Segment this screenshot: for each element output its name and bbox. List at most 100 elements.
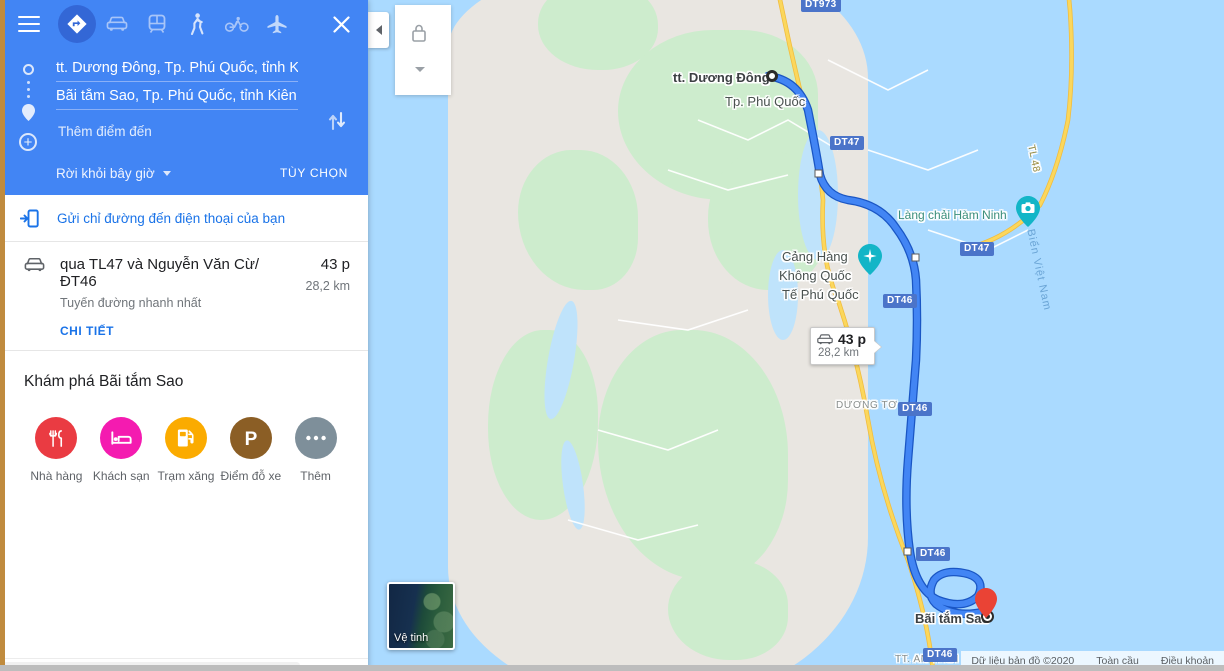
- bike-icon: [225, 16, 249, 32]
- route-title: qua TL47 và Nguyễn Văn Cừ/ĐT46: [60, 256, 260, 290]
- destination-stop-icon: [21, 104, 35, 121]
- callout-tail: [874, 341, 882, 353]
- swap-waypoints-button[interactable]: [324, 108, 350, 134]
- mode-walking[interactable]: [178, 5, 216, 43]
- close-directions-button[interactable]: [326, 9, 356, 39]
- satellite-layer-toggle[interactable]: Vệ tinh: [387, 582, 455, 650]
- waypoint-fields: + Thêm điểm đến: [0, 48, 368, 151]
- satellite-label: Vệ tinh: [394, 632, 429, 644]
- collapse-sidebar-button[interactable]: [368, 12, 389, 48]
- map-canvas[interactable]: tt. Dương Đông Tp. Phú Quốc Làng chải Hà…: [368, 0, 1224, 671]
- restaurant-icon: [48, 429, 62, 447]
- category-label: Trạm xăng: [157, 469, 215, 483]
- close-icon: [332, 15, 350, 33]
- road-shield-dt47-b: DT47: [960, 242, 994, 256]
- beach-poi-pin[interactable]: [1016, 196, 1040, 227]
- road-shield-dt46-a: DT46: [883, 294, 917, 308]
- add-destination-icon[interactable]: +: [19, 133, 37, 151]
- category-label: Điểm đỗ xe: [220, 469, 282, 483]
- gas-station-icon: [178, 429, 195, 447]
- window-left-edge: [0, 0, 5, 671]
- road-shield-dt46-c: DT46: [916, 547, 950, 561]
- category-hotels[interactable]: Khách sạn: [89, 417, 154, 483]
- route-mode-icon-wrap: [24, 256, 60, 277]
- map-label-duong-to: DƯƠNG TƠ: [836, 400, 898, 411]
- plane-icon: [267, 15, 287, 34]
- more-dots-icon: [305, 435, 326, 441]
- road-shield-tl48: TL 48: [1025, 144, 1042, 174]
- directions-sidebar: + Thêm điểm đến Rời khỏi bây giờ: [0, 0, 368, 671]
- chevron-down-icon[interactable]: [415, 67, 425, 72]
- transit-icon: [148, 14, 166, 33]
- mode-best-route[interactable]: [58, 5, 96, 43]
- category-gas-stations[interactable]: Trạm xăng: [154, 417, 219, 483]
- category-more[interactable]: Thêm: [283, 417, 348, 483]
- explore-section: Khám phá Bãi tắm Sao Nhà hàng Khách sạn …: [0, 351, 368, 483]
- directions-diamond-icon: [67, 14, 87, 34]
- destination-pin[interactable]: [975, 588, 997, 618]
- lock-icon: [412, 24, 426, 42]
- route-subtitle: Tuyến đường nhanh nhất: [60, 296, 202, 310]
- hotel-icon: [111, 431, 132, 445]
- car-icon: [24, 257, 45, 272]
- depart-time-label[interactable]: Rời khỏi bây giờ: [56, 166, 155, 181]
- car-icon: [106, 16, 128, 31]
- walk-icon: [190, 13, 204, 35]
- map-label-fishing-village[interactable]: Làng chải Hàm Ninh: [898, 208, 1007, 222]
- map-label-sea: Biển Việt Nam: [1024, 228, 1054, 312]
- route-details-button[interactable]: CHI TIẾT: [60, 324, 350, 338]
- origin-marker[interactable]: [766, 70, 778, 82]
- send-to-phone-icon: [20, 209, 39, 227]
- road-shield-dt46-d: DT46: [923, 648, 957, 662]
- travel-mode-row: [0, 0, 368, 48]
- mode-transit[interactable]: [138, 5, 176, 43]
- origin-stop-icon: [22, 64, 34, 75]
- departure-options-row: Rời khỏi bây giờ TÙY CHỌN: [0, 151, 368, 195]
- forest-area: [668, 560, 788, 660]
- send-to-phone-row[interactable]: Gửi chỉ đường đến điện thoại của bạn: [0, 195, 368, 242]
- route-callout[interactable]: 43 p 28,2 km: [810, 327, 882, 366]
- parking-icon-bubble: P: [229, 417, 272, 459]
- restaurant-icon-bubble: [35, 417, 78, 459]
- svg-text:P: P: [244, 429, 257, 449]
- map-floating-panel[interactable]: [395, 5, 451, 95]
- car-icon: [817, 333, 833, 344]
- chevron-down-icon[interactable]: [162, 170, 171, 176]
- destination-input[interactable]: [56, 82, 298, 110]
- map-label-airport-2: Không Quốc: [779, 268, 852, 283]
- explore-title: Khám phá Bãi tắm Sao: [24, 373, 184, 390]
- map-label-airport-1: Cảng Hàng: [782, 249, 848, 264]
- category-label: Thêm: [300, 469, 331, 483]
- mode-cycling[interactable]: [218, 5, 256, 43]
- airport-poi-pin[interactable]: [858, 244, 882, 275]
- directions-header: + Thêm điểm đến Rời khỏi bây giờ: [0, 0, 368, 195]
- hamburger-icon[interactable]: [18, 16, 40, 32]
- map-label-origin: tt. Dương Đông: [673, 70, 770, 85]
- send-to-phone-label: Gửi chỉ đường đến điện thoại của bạn: [57, 210, 286, 226]
- mode-driving[interactable]: [98, 5, 136, 43]
- hotel-icon-bubble: [100, 417, 143, 459]
- road-shield-dt47-a: DT47: [830, 136, 864, 150]
- parking-icon: P: [244, 429, 257, 449]
- route-distance: 28,2 km: [305, 279, 350, 293]
- callout-distance: 28,2 km: [818, 347, 859, 360]
- collapse-left-icon: [375, 25, 382, 35]
- gas-station-icon-bubble: [164, 417, 207, 459]
- road-shield-dt973: DT973: [801, 0, 841, 12]
- swap-arrows-icon: [328, 111, 346, 131]
- origin-input[interactable]: [56, 54, 298, 82]
- waypoint-inputs-column: Thêm điểm đến: [56, 48, 356, 151]
- more-dots-icon-bubble: [294, 417, 337, 459]
- category-label: Nhà hàng: [30, 469, 83, 483]
- add-destination-button[interactable]: Thêm điểm đến: [56, 110, 356, 139]
- mode-flights[interactable]: [258, 5, 296, 43]
- google-maps-app: tt. Dương Đông Tp. Phú Quốc Làng chải Hà…: [0, 0, 1224, 671]
- route-dots-icon: [26, 81, 30, 98]
- category-parking[interactable]: P Điểm đỗ xe: [218, 417, 283, 483]
- route-option-card[interactable]: qua TL47 và Nguyễn Văn Cừ/ĐT46 Tuyến đườ…: [0, 242, 368, 351]
- map-label-city: Tp. Phú Quốc: [725, 94, 806, 109]
- callout-duration: 43 p: [838, 331, 867, 347]
- options-button[interactable]: TÙY CHỌN: [280, 166, 348, 180]
- category-restaurants[interactable]: Nhà hàng: [24, 417, 89, 483]
- waypoint-markers-column: +: [0, 48, 56, 151]
